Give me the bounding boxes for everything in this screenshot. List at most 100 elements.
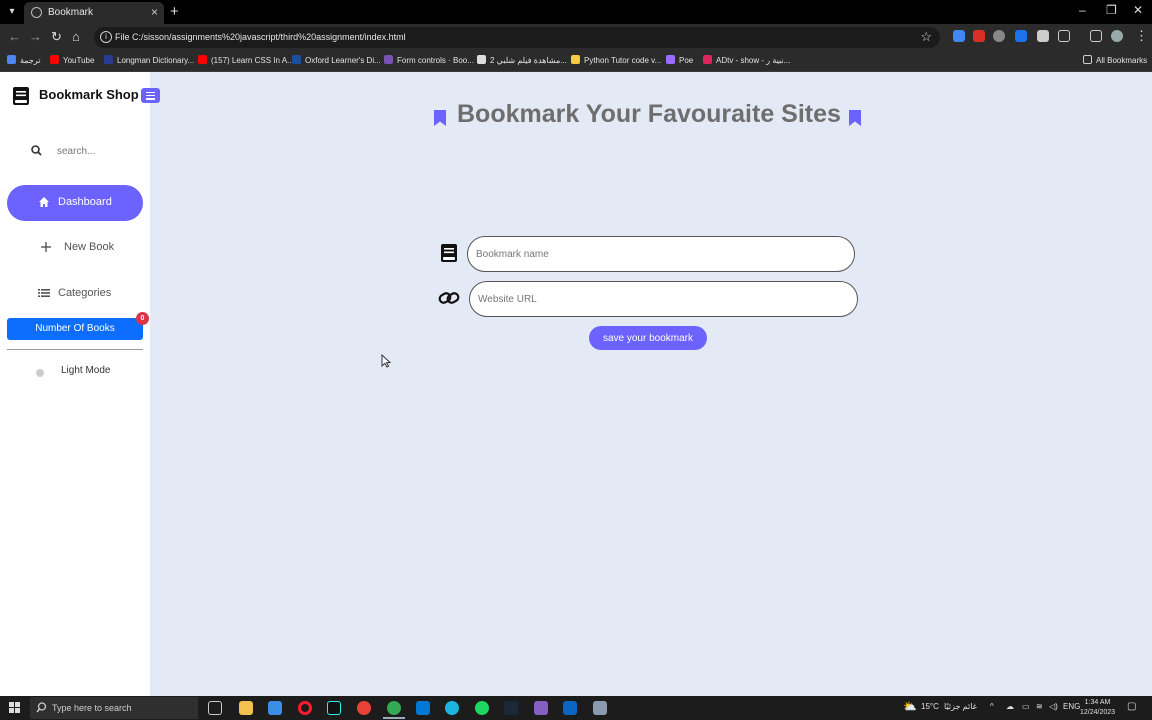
- tab-favicon-icon: [31, 7, 42, 18]
- language-indicator[interactable]: ENG: [1063, 702, 1080, 711]
- page-title: Bookmark Your Favouraite Sites: [457, 100, 841, 128]
- bookmark-item[interactable]: Python Tutor code v...: [571, 55, 661, 65]
- wifi-icon[interactable]: ≋: [1036, 702, 1043, 711]
- plus-icon: [41, 242, 51, 252]
- window-close-icon[interactable]: ✕: [1133, 3, 1143, 17]
- page-heading: Bookmark Your Favouraite Sites: [433, 100, 873, 132]
- search-input[interactable]: [57, 142, 142, 160]
- save-bookmark-button[interactable]: save your bookmark: [589, 326, 707, 350]
- bookmark-icon: [434, 110, 446, 126]
- clock-time: 1:34 AM: [1084, 699, 1111, 706]
- address-scheme-label: File: [115, 32, 130, 42]
- brand-title: Bookmark Shop: [39, 87, 139, 102]
- bookmark-item[interactable]: ترجمة: [7, 55, 41, 65]
- nav-new-book[interactable]: New Book: [7, 230, 143, 266]
- restore-icon[interactable]: ❐: [1106, 3, 1117, 17]
- tiktok-icon[interactable]: [327, 701, 341, 715]
- nav-dashboard-label: Dashboard: [58, 196, 112, 208]
- bookmark-item[interactable]: Longman Dictionary...: [104, 55, 194, 65]
- tab-close-icon[interactable]: ×: [151, 5, 158, 19]
- minimize-icon[interactable]: –: [1079, 3, 1086, 17]
- bookmark-name-input[interactable]: [467, 236, 855, 272]
- books-count-badge: 0: [136, 312, 149, 325]
- website-url-input[interactable]: [469, 281, 858, 317]
- notifications-icon[interactable]: ▢: [1127, 701, 1136, 712]
- taskbar-search-box[interactable]: Type here to search: [30, 697, 198, 719]
- home-icon: [39, 197, 49, 207]
- store-icon[interactable]: [268, 701, 282, 715]
- side-panel-icon[interactable]: [1090, 30, 1102, 42]
- bookmark-star-icon[interactable]: ☆: [920, 29, 932, 45]
- bookmark-item[interactable]: YouTube: [50, 55, 94, 65]
- bookmarks-bar: ترجمة YouTube Longman Dictionary... (157…: [0, 50, 1152, 72]
- steam-icon[interactable]: [504, 701, 518, 715]
- new-tab-icon[interactable]: +: [170, 3, 179, 20]
- mode-indicator-icon: [36, 369, 44, 377]
- onedrive-icon[interactable]: ☁: [1006, 702, 1014, 711]
- number-of-books-button[interactable]: Number Of Books: [7, 318, 143, 340]
- bookmark-icon: [849, 110, 861, 126]
- edge-icon[interactable]: [445, 701, 459, 715]
- link-icon: [438, 292, 460, 304]
- search-icon: [36, 702, 47, 713]
- back-icon[interactable]: ←: [8, 29, 21, 44]
- browser-menu-icon[interactable]: ⋮: [1135, 28, 1148, 44]
- profile-avatar-icon[interactable]: [1111, 30, 1123, 42]
- browser-tab[interactable]: Bookmark ×: [24, 2, 164, 24]
- vscode-icon[interactable]: [416, 701, 430, 715]
- bookmark-item[interactable]: Poe: [666, 55, 693, 65]
- linkedin-icon[interactable]: [563, 701, 577, 715]
- browser-toolbar: ← → ↻ ⌂ i File C:/sisson/assignments%20j…: [0, 24, 1152, 50]
- reload-icon[interactable]: ↻: [51, 29, 62, 45]
- opera-icon[interactable]: [298, 701, 312, 715]
- nav-categories-label: Categories: [58, 287, 112, 299]
- reading-extension-icon[interactable]: [1037, 30, 1049, 42]
- extension-icon[interactable]: [993, 30, 1005, 42]
- taskbar-search-placeholder: Type here to search: [52, 703, 132, 713]
- web-page: Bookmark Shop Dashboard New Book: [0, 72, 1152, 696]
- spotify-icon[interactable]: [475, 701, 489, 715]
- file-explorer-icon[interactable]: [239, 701, 253, 715]
- address-url[interactable]: C:/sisson/assignments%20javascript/third…: [132, 32, 406, 42]
- extensions-puzzle-icon[interactable]: [1058, 30, 1070, 42]
- task-view-icon[interactable]: [208, 701, 222, 715]
- mode-label: Light Mode: [61, 365, 111, 376]
- nav-categories[interactable]: Categories: [7, 276, 143, 312]
- site-info-icon[interactable]: i: [100, 31, 112, 43]
- download-extension-icon[interactable]: [1015, 30, 1027, 42]
- all-bookmarks-folder[interactable]: All Bookmarks: [1083, 55, 1147, 65]
- bookmark-item[interactable]: ADtv - show - نبية ر...: [703, 55, 790, 65]
- sidebar-divider: [7, 349, 143, 350]
- chrome-active-icon[interactable]: [387, 701, 401, 715]
- forward-icon[interactable]: →: [29, 29, 42, 44]
- adblock-extension-icon[interactable]: [973, 30, 985, 42]
- battery-icon[interactable]: ▭: [1022, 702, 1030, 711]
- nav-dashboard[interactable]: Dashboard: [7, 185, 143, 221]
- list-icon: [38, 289, 50, 297]
- system-clock[interactable]: 1:34 AM 12/24/2023: [1080, 698, 1115, 718]
- bookmark-item[interactable]: Form controls · Boo...: [384, 55, 474, 65]
- volume-icon[interactable]: ◁): [1049, 702, 1058, 711]
- bookmark-item[interactable]: مشاهدة فيلم شلبي 2...: [477, 55, 567, 65]
- tab-search-icon[interactable]: ▾: [4, 4, 20, 20]
- chrome-icon[interactable]: [357, 701, 371, 715]
- search-icon: [31, 145, 42, 156]
- clock-date: 12/24/2023: [1080, 709, 1116, 716]
- browser-tab-strip: ▾ Bookmark × + – ❐ ✕: [0, 0, 1152, 24]
- bookmark-item[interactable]: (157) Learn CSS In A...: [198, 55, 294, 65]
- weather-temperature[interactable]: 15°C: [921, 702, 939, 711]
- weather-description[interactable]: غائم جزئيًا: [944, 702, 977, 711]
- windows-start-icon[interactable]: [9, 702, 21, 714]
- mouse-cursor-icon: [381, 354, 391, 368]
- sidebar: Bookmark Shop Dashboard New Book: [0, 72, 160, 696]
- address-bar[interactable]: i File C:/sisson/assignments%20javascrip…: [94, 27, 940, 48]
- bookmark-item[interactable]: Oxford Learner's Di...: [292, 55, 381, 65]
- visual-studio-icon[interactable]: [534, 701, 548, 715]
- translate-extension-icon[interactable]: [953, 30, 965, 42]
- tray-chevron-icon[interactable]: ^: [990, 702, 994, 711]
- weather-icon[interactable]: ⛅: [903, 700, 917, 713]
- book-icon: [441, 244, 457, 262]
- main-content: Bookmark Your Favouraite Sites save your…: [150, 72, 1152, 696]
- home-page-icon[interactable]: ⌂: [72, 29, 80, 44]
- app-icon[interactable]: [593, 701, 607, 715]
